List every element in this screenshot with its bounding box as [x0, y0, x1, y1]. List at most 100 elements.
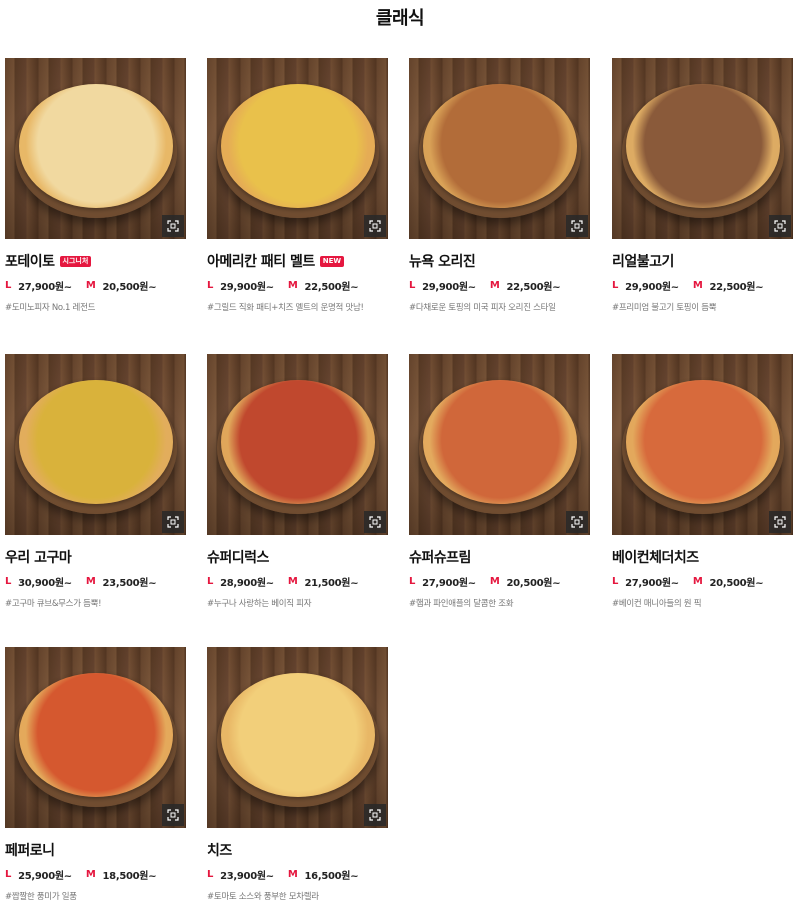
menu-item-prices: L 25,900원~ M 18,500원~ — [5, 866, 186, 882]
menu-item-name[interactable]: 리얼불고기 — [612, 251, 674, 271]
pizza-image[interactable] — [207, 647, 388, 828]
pizza-image[interactable] — [207, 354, 388, 535]
menu-item-card[interactable]: 뉴욕 오리진 L 29,900원~ M 22,500원~ #다채로운 토핑의 미… — [409, 58, 590, 313]
menu-item-name[interactable]: 치즈 — [207, 840, 232, 860]
menu-item-description: #프리미엄 불고기 토핑이 듬뿍 — [612, 303, 717, 313]
size-medium-label: M — [85, 868, 96, 880]
medium-price: 22,500원~ — [709, 281, 764, 293]
menu-item-name[interactable]: 뉴욕 오리진 — [409, 251, 476, 271]
pizza-image[interactable] — [207, 58, 388, 239]
menu-item-description: #베이컨 매니아들의 원 픽 — [612, 599, 702, 609]
large-price: 27,900원~ — [422, 577, 476, 589]
pizza-image[interactable] — [409, 58, 590, 239]
medium-price: 22,500원~ — [304, 281, 359, 293]
menu-item-header: 슈퍼슈프림 — [409, 547, 590, 567]
menu-item-card[interactable]: 치즈 L 23,900원~ M 16,500원~ #토마토 소스와 풍부한 모차… — [207, 647, 388, 902]
menu-item-header: 페퍼로니 — [5, 840, 186, 860]
pizza-image[interactable] — [409, 354, 590, 535]
menu-item-prices: L 29,900원~ M 22,500원~ — [612, 277, 793, 293]
size-large-label: L — [612, 575, 619, 587]
size-large-label: L — [409, 575, 416, 587]
pizza-graphic — [221, 380, 375, 504]
menu-item-prices: L 27,900원~ M 20,500원~ — [409, 573, 590, 589]
size-large-label: L — [207, 575, 214, 587]
medium-price: 20,500원~ — [709, 577, 764, 589]
large-price: 23,900원~ — [220, 870, 274, 882]
menu-item-header: 베이컨체더치즈 — [612, 547, 793, 567]
menu-item-description: #햄과 파인애플의 달콤한 조화 — [409, 599, 514, 609]
menu-item-card[interactable]: 베이컨체더치즈 L 27,900원~ M 20,500원~ #베이컨 매니아들의… — [612, 354, 793, 609]
zoom-expand-icon[interactable] — [364, 804, 386, 826]
large-price: 29,900원~ — [625, 281, 679, 293]
menu-item-name[interactable]: 페퍼로니 — [5, 840, 55, 860]
menu-item-name[interactable]: 아메리칸 패티 멜트 — [207, 251, 315, 271]
pizza-image[interactable] — [5, 354, 186, 535]
zoom-expand-icon[interactable] — [769, 215, 791, 237]
pizza-image[interactable] — [612, 354, 793, 535]
medium-price: 21,500원~ — [304, 577, 359, 589]
zoom-expand-icon[interactable] — [364, 215, 386, 237]
size-medium-label: M — [85, 575, 96, 587]
zoom-expand-icon[interactable] — [364, 511, 386, 533]
menu-item-prices: L 30,900원~ M 23,500원~ — [5, 573, 186, 589]
menu-item-header: 뉴욕 오리진 — [409, 251, 590, 271]
menu-item-description: #누구나 사랑하는 베이직 피자 — [207, 599, 312, 609]
menu-item-card[interactable]: 페퍼로니 L 25,900원~ M 18,500원~ #짭짤한 풍미가 일품 — [5, 647, 186, 902]
menu-item-description: #도미노피자 No.1 레전드 — [5, 303, 96, 313]
menu-item-card[interactable]: 슈퍼디럭스 L 28,900원~ M 21,500원~ #누구나 사랑하는 베이… — [207, 354, 388, 609]
menu-item-header: 리얼불고기 — [612, 251, 793, 271]
menu-item-prices: L 28,900원~ M 21,500원~ — [207, 573, 388, 589]
zoom-expand-icon[interactable] — [162, 804, 184, 826]
pizza-image[interactable] — [5, 58, 186, 239]
size-large-label: L — [5, 279, 12, 291]
menu-item-header: 우리 고구마 — [5, 547, 186, 567]
menu-item-prices: L 23,900원~ M 16,500원~ — [207, 866, 388, 882]
menu-item-badge: 시그니처 — [59, 255, 92, 267]
pizza-image[interactable] — [612, 58, 793, 239]
menu-item-card[interactable]: 우리 고구마 L 30,900원~ M 23,500원~ #고구마 큐브&무스가… — [5, 354, 186, 609]
large-price: 27,900원~ — [18, 281, 72, 293]
menu-item-card[interactable]: 슈퍼슈프림 L 27,900원~ M 20,500원~ #햄과 파인애플의 달콤… — [409, 354, 590, 609]
size-large-label: L — [5, 575, 12, 587]
menu-item-prices: L 27,900원~ M 20,500원~ — [612, 573, 793, 589]
menu-item-header: 아메리칸 패티 멜트 NEW — [207, 251, 388, 271]
size-large-label: L — [409, 279, 416, 291]
pizza-graphic — [423, 380, 577, 504]
size-medium-label: M — [287, 279, 298, 291]
size-medium-label: M — [692, 575, 703, 587]
menu-item-name[interactable]: 우리 고구마 — [5, 547, 72, 567]
menu-item-prices: L 29,900원~ M 22,500원~ — [409, 277, 590, 293]
zoom-expand-icon[interactable] — [566, 215, 588, 237]
size-medium-label: M — [85, 279, 96, 291]
menu-item-name[interactable]: 슈퍼디럭스 — [207, 547, 269, 567]
zoom-expand-icon[interactable] — [566, 511, 588, 533]
zoom-expand-icon[interactable] — [162, 215, 184, 237]
size-medium-label: M — [489, 575, 500, 587]
menu-item-name[interactable]: 포테이토 — [5, 251, 55, 271]
pizza-image[interactable] — [5, 647, 186, 828]
medium-price: 20,500원~ — [506, 577, 561, 589]
menu-item-description: #토마토 소스와 풍부한 모차렐라 — [207, 892, 319, 902]
zoom-expand-icon[interactable] — [769, 511, 791, 533]
size-large-label: L — [5, 868, 12, 880]
menu-item-name[interactable]: 베이컨체더치즈 — [612, 547, 699, 567]
menu-item-card[interactable]: 아메리칸 패티 멜트 NEW L 29,900원~ M 22,500원~ #그릴… — [207, 58, 388, 313]
large-price: 25,900원~ — [18, 870, 72, 882]
menu-item-name[interactable]: 슈퍼슈프림 — [409, 547, 471, 567]
menu-item-card[interactable]: 포테이토 시그니처 L 27,900원~ M 20,500원~ #도미노피자 N… — [5, 58, 186, 313]
large-price: 27,900원~ — [625, 577, 679, 589]
pizza-graphic — [626, 84, 780, 208]
medium-price: 20,500원~ — [102, 281, 157, 293]
menu-item-description: #다채로운 토핑의 미국 피자 오리진 스타일 — [409, 303, 556, 313]
size-medium-label: M — [692, 279, 703, 291]
large-price: 28,900원~ — [220, 577, 274, 589]
menu-item-header: 치즈 — [207, 840, 388, 860]
size-large-label: L — [207, 279, 214, 291]
menu-item-description: #짭짤한 풍미가 일품 — [5, 892, 77, 902]
menu-item-description: #그릴드 직화 패티+치즈 멜트의 운명적 맛남! — [207, 303, 364, 313]
zoom-expand-icon[interactable] — [162, 511, 184, 533]
pizza-graphic — [19, 673, 173, 797]
pizza-graphic — [221, 84, 375, 208]
menu-item-card[interactable]: 리얼불고기 L 29,900원~ M 22,500원~ #프리미엄 불고기 토핑… — [612, 58, 793, 313]
menu-item-prices: L 29,900원~ M 22,500원~ — [207, 277, 388, 293]
